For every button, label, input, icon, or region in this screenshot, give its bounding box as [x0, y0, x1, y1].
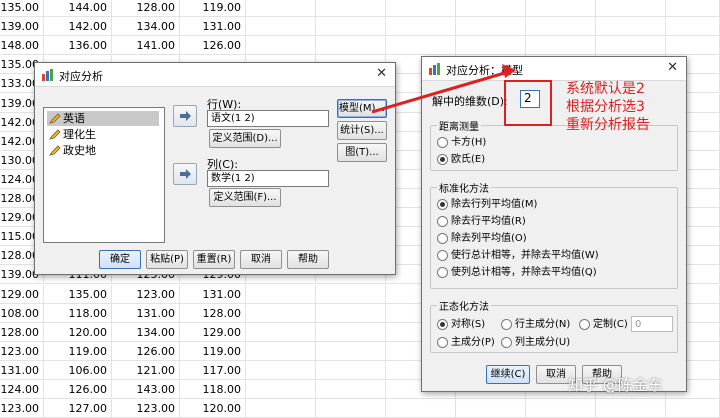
annotation-arrow [371, 64, 516, 114]
dimensions-highlight-box [504, 80, 552, 126]
annotation-line: 系统默认是2 [566, 81, 645, 97]
annotation-line: 重新分析报告 [566, 117, 650, 133]
annotation-note: 系统默认是2 根据分析选3 重新分析报告 [566, 80, 650, 134]
watermark: 知乎 @陈金东 [568, 376, 663, 394]
annotation-line: 根据分析选3 [566, 99, 645, 115]
